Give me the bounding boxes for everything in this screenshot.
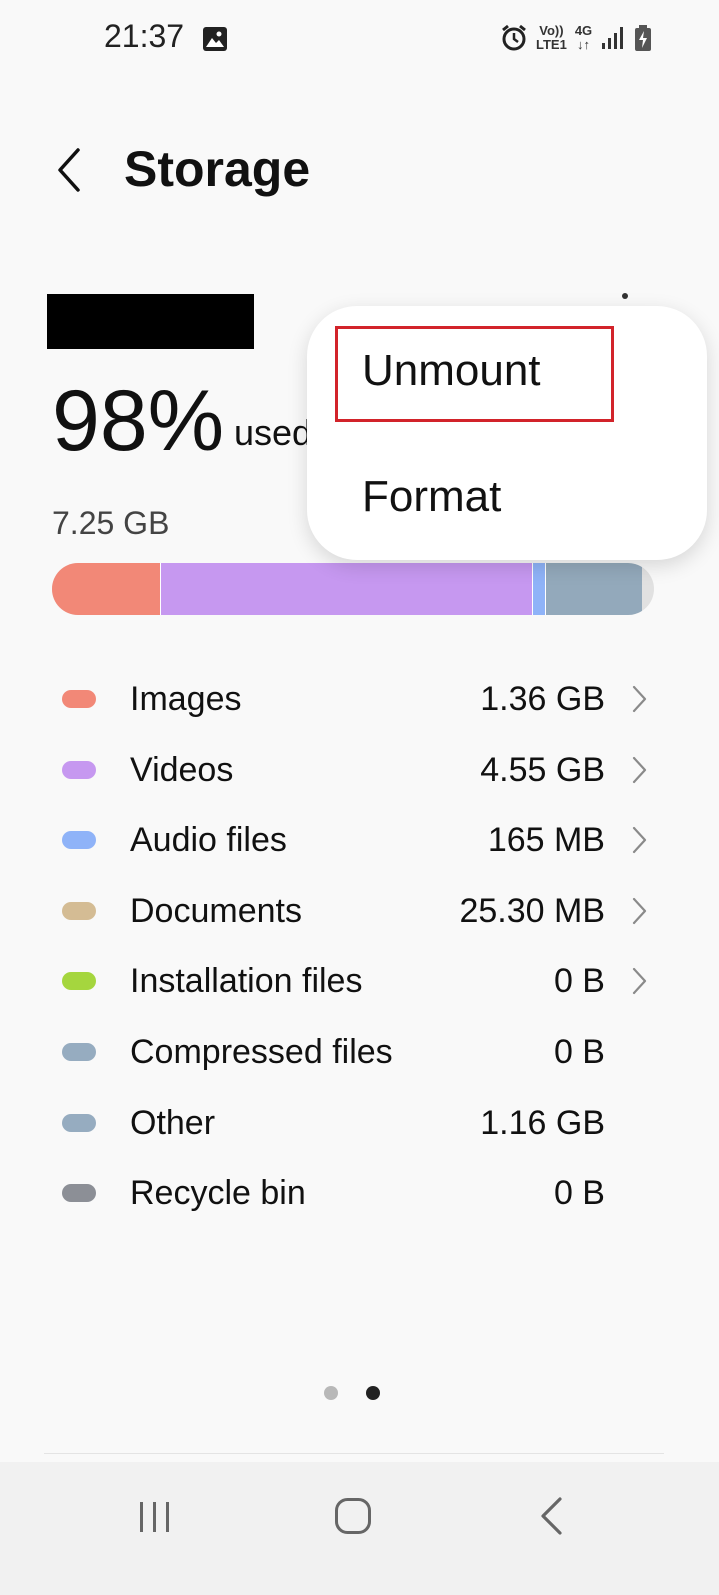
back-arrow-icon[interactable] <box>52 146 88 194</box>
storage-usage-bar <box>52 563 654 615</box>
usage-percent: 98% <box>52 373 225 469</box>
home-icon[interactable] <box>334 1497 372 1535</box>
chevron-right-icon <box>632 897 647 924</box>
category-row[interactable]: Installation files 0 B <box>0 948 719 1018</box>
category-color-dot <box>62 831 96 850</box>
battery-charging-icon <box>635 25 652 51</box>
volte-indicator: Vo)) LTE1 <box>536 24 567 52</box>
signal-icon <box>602 27 624 49</box>
category-label: Images <box>130 680 242 718</box>
redacted-storage-name <box>47 294 254 349</box>
category-row[interactable]: Audio files 165 MB <box>0 807 719 877</box>
category-row: Other 1.16 GB <box>0 1090 719 1160</box>
category-label: Other <box>130 1103 216 1142</box>
usage-bar-segment <box>160 563 532 615</box>
network-type-indicator: 4G ↓↑ <box>575 24 592 52</box>
unmount-menu-item[interactable]: Unmount <box>362 346 541 396</box>
status-time: 21:37 <box>104 18 185 54</box>
category-color-dot <box>62 1113 96 1132</box>
usage-bar-segment <box>531 563 545 615</box>
category-row: Compressed files 0 B <box>0 1019 719 1089</box>
category-size: 0 B <box>553 962 605 1001</box>
chevron-right-icon <box>632 685 647 713</box>
category-size: 25.30 MB <box>459 891 605 930</box>
format-menu-item[interactable]: Format <box>362 472 501 522</box>
category-color-dot <box>62 901 96 920</box>
overflow-menu: Unmount Format <box>307 306 707 560</box>
gallery-notification-icon <box>203 27 227 51</box>
category-size: 1.36 GB <box>480 680 605 718</box>
network-type-label: 4G <box>574 23 593 38</box>
category-label: Audio files <box>130 821 287 860</box>
category-color-dot <box>62 1184 96 1203</box>
usage-bar-segment <box>52 563 161 615</box>
used-label: used <box>234 412 313 453</box>
category-size: 165 MB <box>487 821 605 860</box>
category-label: Videos <box>130 750 234 789</box>
chevron-right-icon <box>632 968 647 995</box>
category-size: 0 B <box>553 1033 605 1071</box>
category-color-dot <box>62 690 96 708</box>
category-size: 0 B <box>553 1174 605 1213</box>
data-arrows-icon: ↓↑ <box>577 37 590 52</box>
category-color-dot <box>62 760 96 779</box>
divider <box>44 1453 664 1454</box>
category-size: 1.16 GB <box>480 1103 605 1142</box>
category-label: Recycle bin <box>130 1174 306 1213</box>
category-color-dot <box>62 972 96 991</box>
back-icon[interactable] <box>538 1496 564 1536</box>
category-row[interactable]: Images 1.36 GB <box>0 666 719 736</box>
category-label: Installation files <box>130 962 363 1001</box>
page-indicator-dot-1 <box>324 1386 338 1400</box>
total-size-label: 7.25 GB <box>52 505 170 541</box>
category-label: Documents <box>130 891 302 930</box>
category-color-dot <box>62 1043 96 1061</box>
category-row[interactable]: Videos 4.55 GB <box>0 737 719 807</box>
lte-label: LTE1 <box>536 37 567 52</box>
page-indicator-dot-2 <box>366 1386 380 1400</box>
chevron-right-icon <box>632 756 647 783</box>
alarm-icon <box>502 24 526 51</box>
volte-label: Vo)) <box>539 23 564 38</box>
category-row: Recycle bin 0 B <box>0 1160 719 1230</box>
category-size: 4.55 GB <box>480 750 605 789</box>
category-row[interactable]: Documents 25.30 MB <box>0 878 719 948</box>
recent-apps-icon[interactable] <box>138 1500 172 1534</box>
status-icons: Vo)) LTE1 4G ↓↑ <box>500 18 652 58</box>
usage-bar-segment <box>544 563 642 615</box>
chevron-right-icon <box>632 827 647 854</box>
category-label: Compressed files <box>130 1033 393 1071</box>
page-title: Storage <box>124 141 311 197</box>
